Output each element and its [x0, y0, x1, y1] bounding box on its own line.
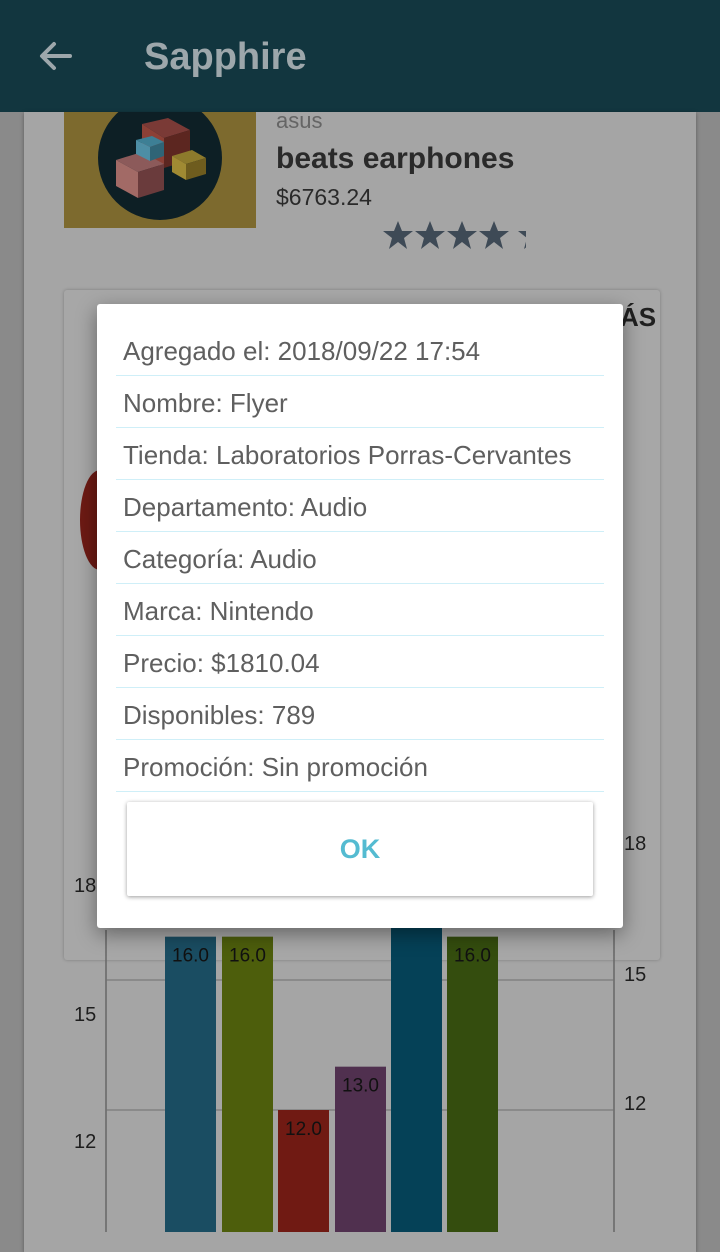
- bar[interactable]: [447, 936, 498, 1232]
- y-tick-left: 15: [74, 1004, 96, 1026]
- bar-value-label: 16.0: [172, 946, 209, 967]
- detail-text: Agregado el: 2018/09/22 17:54: [123, 336, 481, 366]
- bar-value-label: 13.0: [342, 1076, 379, 1097]
- detail-row: Precio: $1810.04: [116, 636, 604, 688]
- details-list: Agregado el: 2018/09/22 17:54 Nombre: Fly…: [97, 304, 623, 792]
- detail-text: Categoría: Audio: [123, 544, 317, 574]
- detail-text: Disponibles: 789: [123, 700, 316, 730]
- detail-row: Disponibles: 789: [116, 688, 604, 740]
- detail-text: Marca: Nintendo: [123, 596, 314, 626]
- detail-row: Nombre: Flyer: [116, 376, 604, 428]
- y-tick-left: 12: [74, 1131, 96, 1153]
- detail-row: Departamento: Audio: [116, 480, 604, 532]
- detail-text: Precio: $1810.04: [123, 648, 320, 678]
- ok-button[interactable]: OK: [127, 802, 593, 896]
- detail-text: Departamento: Audio: [123, 492, 368, 522]
- detail-row: Categoría: Audio: [116, 532, 604, 584]
- bar-value-label: 16.0: [229, 946, 266, 967]
- y-tick-left: 18: [74, 875, 96, 897]
- y-tick-right: 12: [624, 1093, 646, 1115]
- detail-text: Nombre: Flyer: [123, 388, 288, 418]
- detail-row: Marca: Nintendo: [116, 584, 604, 636]
- y-tick-right: 15: [624, 964, 646, 986]
- detail-row: Tienda: Laboratorios Porras-Cervantes: [116, 428, 604, 480]
- detail-text: Tienda: Laboratorios Porras-Cervantes: [123, 440, 572, 470]
- bar-value-label: 12.0: [285, 1119, 322, 1140]
- product-details-dialog: Agregado el: 2018/09/22 17:54 Nombre: Fly…: [97, 304, 623, 928]
- detail-row: Agregado el: 2018/09/22 17:54: [116, 324, 604, 376]
- bar-value-label: 16.0: [454, 946, 491, 967]
- y-tick-right: 18: [624, 833, 646, 855]
- bar[interactable]: [165, 936, 216, 1232]
- detail-row: Promoción: Sin promoción: [116, 740, 604, 792]
- bar[interactable]: [222, 936, 273, 1232]
- detail-text: Promoción: Sin promoción: [123, 752, 428, 782]
